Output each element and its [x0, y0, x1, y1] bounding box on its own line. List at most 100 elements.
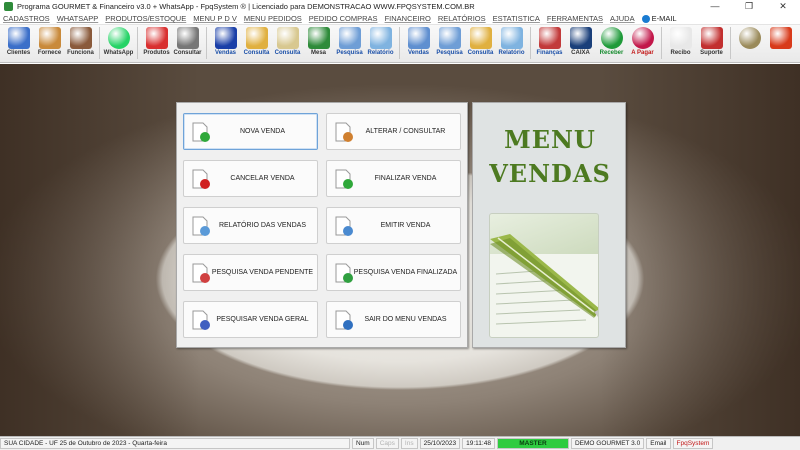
sales-menu-button[interactable]: PESQUISAR VENDA GERAL — [183, 301, 318, 338]
toolbar-button[interactable]: WhatsApp — [103, 25, 134, 61]
toolbar-button[interactable]: Clientes — [3, 25, 34, 61]
toolbar-separator — [661, 27, 662, 59]
maximize-button[interactable]: ❐ — [732, 0, 766, 13]
menu-item[interactable]: ESTATISTICA — [493, 14, 540, 23]
toolbar-button[interactable]: Relatório — [496, 25, 527, 61]
cashbook-icon — [569, 27, 592, 49]
toolbar-button[interactable]: Pesquisa — [434, 25, 465, 61]
sales-menu-button-label: SAIR DO MENU VENDAS — [364, 316, 447, 323]
toolbar-button-label: Recibo — [670, 50, 691, 56]
toolbar-button[interactable]: Produtos — [141, 25, 172, 61]
printer-icon — [189, 215, 211, 237]
toolbar-button[interactable]: Suporte — [696, 25, 727, 61]
toolbar-button[interactable] — [734, 25, 765, 61]
toolbar-button[interactable]: CAIXA — [565, 25, 596, 61]
menu-item[interactable]: RELATÓRIOS — [438, 14, 486, 23]
status-num: Num — [352, 438, 374, 449]
toolbar-button[interactable]: Consultar — [172, 25, 203, 61]
toolbar-button[interactable]: Recibo — [665, 25, 696, 61]
toolbar-button-label: Relatório — [367, 50, 394, 56]
status-user: MASTER — [496, 438, 569, 449]
clients-icon — [7, 27, 30, 49]
toolbar-button[interactable]: Consulta — [465, 25, 496, 61]
menu-item[interactable]: MENU P D V — [193, 14, 237, 23]
monitor-icon — [407, 27, 430, 49]
coin-icon — [738, 27, 761, 49]
toolbar-button-label: Vendas — [214, 50, 236, 56]
sales-menu-button[interactable]: RELATÓRIO DAS VENDAS — [183, 207, 318, 244]
status-date: 25/10/2023 — [419, 438, 461, 449]
search-general-icon — [189, 309, 211, 331]
sales-menu-button-label: PESQUISA VENDA FINALIZADA — [353, 269, 458, 276]
status-city-date: SUA CIDADE - UF 25 de Outubro de 2023 - … — [0, 438, 350, 449]
menu-item[interactable]: CADASTROS — [3, 14, 50, 23]
toolbar-button[interactable]: Consulta — [241, 25, 272, 61]
menu-bar: CADASTROS WHATSAPP PRODUTOS/ESTOQUE MENU P … — [0, 13, 800, 25]
toolbar-separator — [206, 27, 207, 59]
toolbar-button-label: Mesa — [310, 50, 326, 56]
toolbar-button[interactable]: Finanças — [534, 25, 565, 61]
menu-item[interactable]: FINANCEIRO — [385, 14, 431, 23]
toolbar-button[interactable]: Funciona — [65, 25, 96, 61]
toolbar-button[interactable]: Fornece — [34, 25, 65, 61]
folder-icon — [245, 27, 268, 49]
email-icon — [641, 14, 650, 23]
sales-menu-button[interactable]: EMITIR VENDA — [326, 207, 461, 244]
toolbar: Clientes Fornece Funciona WhatsApp Produtos C… — [0, 25, 800, 63]
search-pending-icon — [189, 262, 211, 284]
sales-menu-button-label: PESQUISAR VENDA GERAL — [216, 316, 309, 323]
toolbar-button[interactable]: Pesquisa — [334, 25, 365, 61]
toolbar-button[interactable]: Consulta — [272, 25, 303, 61]
status-ins: Ins — [400, 438, 418, 449]
toolbar-button[interactable] — [765, 25, 796, 61]
menu-email[interactable]: E-MAIL — [641, 14, 677, 23]
sales-menu-button-label: ALTERAR / CONSULTAR — [365, 128, 446, 135]
toolbar-button[interactable]: Relatório — [365, 25, 396, 61]
app-icon — [4, 2, 13, 11]
window-controls: — ❐ ✕ — [698, 0, 800, 13]
toolbar-button-label: Consulta — [274, 50, 301, 56]
cancel-doc-icon — [189, 168, 211, 190]
toolbar-separator — [399, 27, 400, 59]
sales-menu-button[interactable]: ALTERAR / CONSULTAR — [326, 113, 461, 150]
menu-item[interactable]: PEDIDO COMPRAS — [309, 14, 378, 23]
toolbar-button[interactable]: Vendas — [210, 25, 241, 61]
sales-menu-button[interactable]: CANCELAR VENDA — [183, 160, 318, 197]
pdv-icon — [214, 27, 237, 49]
toolbar-button-label: Consultar — [173, 50, 202, 56]
toolbar-button[interactable]: Receber — [596, 25, 627, 61]
sales-menu-button[interactable]: SAIR DO MENU VENDAS — [326, 301, 461, 338]
toolbar-button[interactable]: Mesa — [303, 25, 334, 61]
toolbar-separator — [530, 27, 531, 59]
toolbar-button-label: Consulta — [243, 50, 270, 56]
printer-icon — [500, 27, 523, 49]
sales-menu-button[interactable]: PESQUISA VENDA PENDENTE — [183, 254, 318, 291]
minimize-button[interactable]: — — [698, 0, 732, 13]
close-button[interactable]: ✕ — [766, 0, 800, 13]
search-doc-icon — [338, 27, 361, 49]
sales-menu-button[interactable]: FINALIZAR VENDA — [326, 160, 461, 197]
toolbar-button-label: Relatório — [498, 50, 525, 56]
toolbar-button-label: WhatsApp — [103, 50, 134, 56]
sales-menu-button[interactable]: NOVA VENDA — [183, 113, 318, 150]
toolbar-button[interactable]: Vendas — [403, 25, 434, 61]
sales-menu-button[interactable]: PESQUISA VENDA FINALIZADA — [326, 254, 461, 291]
suppliers-icon — [38, 27, 61, 49]
side-title-line2: VENDAS — [489, 159, 611, 188]
edit-doc-icon — [332, 121, 354, 143]
sales-menu-button-label: CANCELAR VENDA — [230, 175, 295, 182]
toolbar-button-label: Fornece — [37, 50, 62, 56]
printer-icon — [369, 27, 392, 49]
menu-item[interactable]: WHATSAPP — [57, 14, 99, 23]
menu-item[interactable]: AJUDA — [610, 14, 635, 23]
menu-item[interactable]: MENU PEDIDOS — [244, 14, 302, 23]
toolbar-separator — [730, 27, 731, 59]
title-bar: Programa GOURMET & Financeiro v3.0 + Wha… — [0, 0, 800, 13]
sales-menu-panel: NOVA VENDA ALTERAR / CONSULTAR CANCELAR VE… — [176, 102, 468, 348]
menu-item[interactable]: PRODUTOS/ESTOQUE — [105, 14, 186, 23]
status-brand: FpqSystem — [672, 438, 714, 449]
status-email[interactable]: Email — [646, 438, 671, 449]
status-time: 19:11:48 — [462, 438, 495, 449]
toolbar-button[interactable]: A Pagar — [627, 25, 658, 61]
menu-item[interactable]: FERRAMENTAS — [547, 14, 603, 23]
